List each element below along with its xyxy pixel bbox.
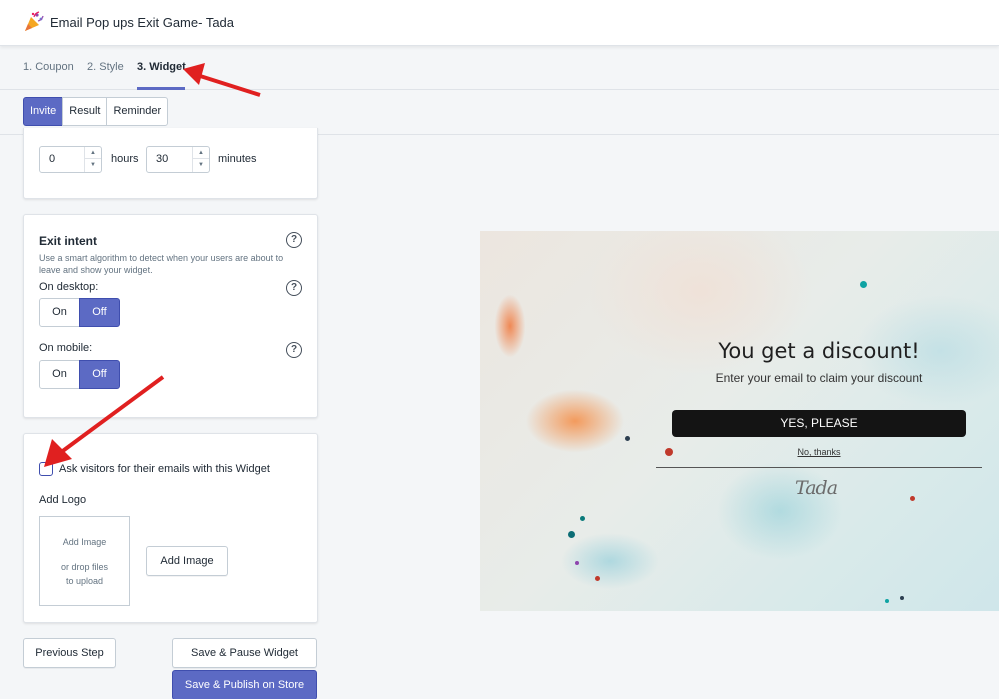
exit-intent-description: Use a smart algorithm to detect when you… <box>39 253 284 275</box>
ask-email-checkbox[interactable] <box>39 462 53 476</box>
preview-divider <box>656 467 982 468</box>
caret-down-icon[interactable]: ▼ <box>85 159 101 171</box>
save-publish-button[interactable]: Save & Publish on Store <box>172 670 317 699</box>
mobile-on-option[interactable]: On <box>39 360 80 389</box>
preview-logo: Tada <box>795 477 838 499</box>
logo-drop-zone[interactable]: Add Image or drop files to upload <box>39 516 130 606</box>
drop-zone-or-drop-text: or drop files <box>60 562 109 572</box>
exit-intent-title: Exit intent <box>39 234 98 248</box>
timer-card: 0 ▲ ▼ hours 30 ▲ ▼ minutes <box>23 128 318 199</box>
subtab-invite[interactable]: Invite <box>23 97 64 126</box>
hours-value: 0 <box>49 153 56 165</box>
save-pause-button[interactable]: Save & Pause Widget <box>172 638 317 668</box>
active-tab-indicator <box>137 87 185 90</box>
hours-stepper[interactable]: ▲ ▼ <box>84 147 101 172</box>
minutes-stepper[interactable]: ▲ ▼ <box>192 147 209 172</box>
add-image-button[interactable]: Add Image <box>146 546 228 576</box>
preview-title: You get a discount! <box>718 339 920 363</box>
email-capture-card: Ask visitors for their emails with this … <box>23 433 318 623</box>
desktop-on-option[interactable]: On <box>39 298 80 327</box>
paint-dot <box>625 436 630 441</box>
widget-subtabs: Invite Result Reminder <box>23 97 169 126</box>
hours-label: hours <box>111 153 139 165</box>
subtab-reminder[interactable]: Reminder <box>106 97 169 126</box>
app-title: Email Pop ups Exit Game- Tada <box>50 15 235 30</box>
preview-decline-link[interactable]: No, thanks <box>655 447 983 457</box>
question-circle-icon[interactable]: ? <box>286 280 302 296</box>
widget-preview: You get a discount! Enter your email to … <box>480 231 999 611</box>
app-header: Email Pop ups Exit Game- Tada <box>0 0 999 46</box>
mobile-toggle: On Off <box>39 360 120 389</box>
mobile-off-option[interactable]: Off <box>79 360 120 389</box>
caret-up-icon[interactable]: ▲ <box>193 147 209 159</box>
caret-up-icon[interactable]: ▲ <box>85 147 101 159</box>
exit-intent-card: Exit intent ? Use a smart algorithm to d… <box>23 214 318 418</box>
tab-coupon[interactable]: 1. Coupon <box>23 61 74 73</box>
minutes-value: 30 <box>156 153 169 165</box>
paint-dot <box>860 281 867 288</box>
previous-step-button[interactable]: Previous Step <box>23 638 116 668</box>
paint-dot <box>580 516 585 521</box>
hours-input[interactable]: 0 ▲ ▼ <box>39 146 102 173</box>
tab-style[interactable]: 2. Style <box>87 61 124 73</box>
paint-dot <box>575 561 579 565</box>
step-tabs: 1. Coupon 2. Style 3. Widget <box>0 46 999 90</box>
desktop-toggle: On Off <box>39 298 120 327</box>
subtab-result[interactable]: Result <box>62 97 108 126</box>
desktop-off-option[interactable]: Off <box>79 298 120 327</box>
question-circle-icon[interactable]: ? <box>286 232 302 248</box>
paint-dot <box>568 531 575 538</box>
desktop-label: On desktop: <box>39 281 99 293</box>
tab-widget[interactable]: 3. Widget <box>137 61 186 73</box>
paint-dot <box>595 576 600 581</box>
add-logo-label: Add Logo <box>39 494 87 506</box>
party-popper-icon <box>25 11 44 31</box>
mobile-label: On mobile: <box>39 342 93 354</box>
drop-zone-add-image-text: Add Image <box>62 537 107 547</box>
drop-zone-upload-text: to upload <box>65 576 104 586</box>
paint-dot <box>910 496 915 501</box>
minutes-label: minutes <box>218 153 257 165</box>
minutes-input[interactable]: 30 ▲ ▼ <box>146 146 210 173</box>
paint-dot <box>900 596 904 600</box>
ask-email-label: Ask visitors for their emails with this … <box>59 463 270 475</box>
question-circle-icon[interactable]: ? <box>286 342 302 358</box>
preview-subtitle: Enter your email to claim your discount <box>715 371 923 385</box>
paint-dot <box>885 599 889 603</box>
caret-down-icon[interactable]: ▼ <box>193 159 209 171</box>
preview-cta-button[interactable]: YES, PLEASE <box>672 410 966 437</box>
